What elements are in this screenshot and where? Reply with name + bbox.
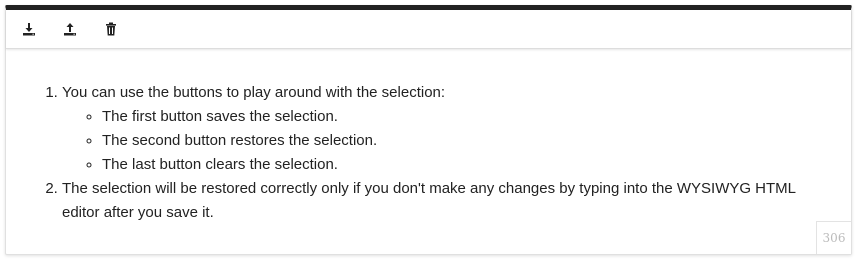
ordered-list: You can use the buttons to play around w… — [6, 81, 831, 225]
list-item: You can use the buttons to play around w… — [62, 81, 831, 177]
list-item-text: The selection will be restored correctly… — [62, 180, 796, 221]
list-item: The selection will be restored correctly… — [62, 177, 831, 225]
bullet-item: The last button clears the selection. — [102, 153, 831, 177]
editor-content[interactable]: You can use the buttons to play around w… — [6, 49, 851, 225]
clear-selection-button[interactable] — [97, 15, 125, 43]
bullet-list: The first button saves the selection. Th… — [62, 105, 831, 177]
upload-icon — [64, 23, 76, 36]
bullet-item: The first button saves the selection. — [102, 105, 831, 129]
wysiwyg-editor: You can use the buttons to play around w… — [5, 5, 852, 255]
bullet-item: The second button restores the selection… — [102, 129, 831, 153]
editor-toolbar — [6, 10, 851, 49]
download-icon — [23, 23, 35, 36]
character-counter: 306 — [816, 221, 851, 254]
save-selection-button[interactable] — [15, 15, 43, 43]
restore-selection-button[interactable] — [56, 15, 84, 43]
trash-icon — [106, 22, 116, 36]
list-item-text: You can use the buttons to play around w… — [62, 84, 446, 101]
